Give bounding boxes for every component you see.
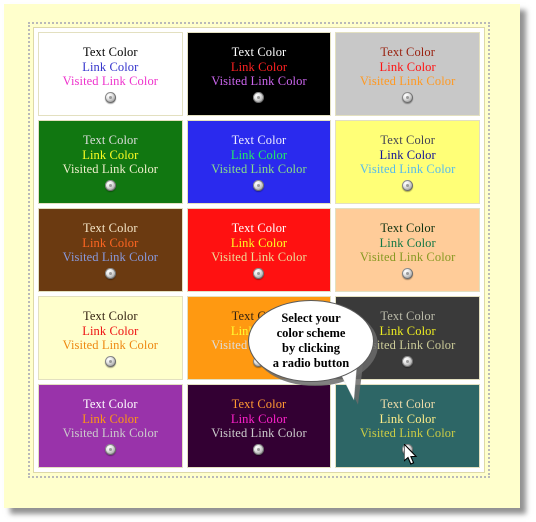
color-scheme-swatch[interactable]: Text Color Link Color Visited Link Color: [38, 120, 183, 204]
link-color-label: Link Color: [379, 323, 436, 338]
visited-link-color-label: Visited Link Color: [359, 74, 456, 89]
link-color-label: Link Color: [230, 147, 288, 162]
text-color-label: Text Color: [231, 45, 287, 60]
visited-link-color-label: Visited Link Color: [359, 426, 456, 441]
color-scheme-grid: Text Color Link Color Visited Link Color Te…: [36, 30, 482, 470]
color-scheme-swatch[interactable]: Text Color Link Color Visited Link Color: [38, 208, 183, 292]
text-color-label: Text Color: [231, 397, 287, 412]
visited-link-color-label: Visited Link Color: [211, 250, 307, 265]
color-scheme-radio-button[interactable]: [104, 355, 116, 367]
color-scheme-swatch[interactable]: Text Color Link Color Visited Link Color: [186, 208, 332, 292]
color-scheme-swatch[interactable]: Text Color Link Color Visited Link Color: [186, 32, 332, 116]
visited-link-color-label: Visited Link Color: [211, 338, 307, 353]
color-scheme-radio-button[interactable]: [253, 91, 265, 103]
page-canvas: Text Color Link Color Visited Link Color Te…: [4, 4, 520, 508]
color-scheme-radio-button[interactable]: [104, 267, 116, 279]
text-color-label: Text Color: [380, 45, 435, 60]
link-color-label: Link Color: [230, 323, 288, 338]
link-color-label: Link Color: [82, 235, 139, 250]
visited-link-color-label: Visited Link Color: [359, 338, 456, 353]
visited-link-color-label: Visited Link Color: [62, 162, 159, 177]
link-color-label: Link Color: [82, 59, 139, 74]
link-color-label: Link Color: [379, 411, 436, 426]
visited-link-color-label: Visited Link Color: [211, 162, 307, 177]
text-color-label: Text Color: [83, 45, 138, 60]
color-scheme-swatch[interactable]: Text Color Link Color Visited Link Color: [335, 208, 480, 292]
color-scheme-swatch[interactable]: Text Color Link Color Visited Link Color: [335, 120, 480, 204]
link-color-label: Link Color: [82, 411, 139, 426]
text-color-label: Text Color: [83, 221, 138, 236]
visited-link-color-label: Visited Link Color: [211, 426, 307, 441]
color-scheme-radio-button[interactable]: [104, 443, 116, 455]
color-scheme-swatch[interactable]: Text Color Link Color Visited Link Color: [186, 120, 332, 204]
link-color-label: Link Color: [379, 147, 436, 162]
color-scheme-radio-button[interactable]: [104, 91, 116, 103]
text-color-label: Text Color: [83, 397, 138, 412]
text-color-label: Text Color: [231, 309, 287, 324]
visited-link-color-label: Visited Link Color: [211, 74, 307, 89]
link-color-label: Link Color: [230, 235, 288, 250]
color-scheme-radio-button[interactable]: [402, 443, 414, 455]
text-color-label: Text Color: [231, 221, 287, 236]
visited-link-color-label: Visited Link Color: [359, 250, 456, 265]
color-scheme-radio-button[interactable]: [402, 267, 414, 279]
color-scheme-swatch[interactable]: Text Color Link Color Visited Link Color: [186, 296, 332, 380]
link-color-label: Link Color: [82, 147, 139, 162]
link-color-label: Link Color: [230, 59, 288, 74]
color-scheme-swatch[interactable]: Text Color Link Color Visited Link Color: [335, 296, 480, 380]
link-color-label: Link Color: [379, 235, 436, 250]
text-color-label: Text Color: [83, 309, 138, 324]
color-scheme-swatch[interactable]: Text Color Link Color Visited Link Color: [38, 384, 183, 468]
visited-link-color-label: Visited Link Color: [62, 250, 159, 265]
color-scheme-radio-button[interactable]: [104, 179, 116, 191]
color-scheme-swatch[interactable]: Text Color Link Color Visited Link Color: [38, 32, 183, 116]
visited-link-color-label: Visited Link Color: [62, 74, 159, 89]
text-color-label: Text Color: [380, 397, 435, 412]
text-color-label: Text Color: [380, 309, 435, 324]
color-scheme-swatch[interactable]: Text Color Link Color Visited Link Color: [186, 384, 332, 468]
color-scheme-radio-button[interactable]: [402, 355, 414, 367]
text-color-label: Text Color: [231, 133, 287, 148]
text-color-label: Text Color: [380, 133, 435, 148]
color-scheme-swatch[interactable]: Text Color Link Color Visited Link Color: [335, 384, 480, 468]
visited-link-color-label: Visited Link Color: [62, 426, 159, 441]
visited-link-color-label: Visited Link Color: [62, 338, 159, 353]
text-color-label: Text Color: [83, 133, 138, 148]
color-scheme-radio-button[interactable]: [253, 355, 265, 367]
color-scheme-radio-button[interactable]: [253, 179, 265, 191]
color-scheme-swatch[interactable]: Text Color Link Color Visited Link Color: [38, 296, 183, 380]
text-color-label: Text Color: [380, 221, 435, 236]
color-scheme-radio-button[interactable]: [402, 179, 414, 191]
visited-link-color-label: Visited Link Color: [359, 162, 456, 177]
color-scheme-radio-button[interactable]: [253, 267, 265, 279]
color-scheme-swatch[interactable]: Text Color Link Color Visited Link Color: [335, 32, 480, 116]
color-scheme-radio-button[interactable]: [253, 443, 265, 455]
link-color-label: Link Color: [82, 323, 139, 338]
color-scheme-radio-button[interactable]: [402, 91, 414, 103]
link-color-label: Link Color: [379, 59, 436, 74]
link-color-label: Link Color: [230, 411, 288, 426]
